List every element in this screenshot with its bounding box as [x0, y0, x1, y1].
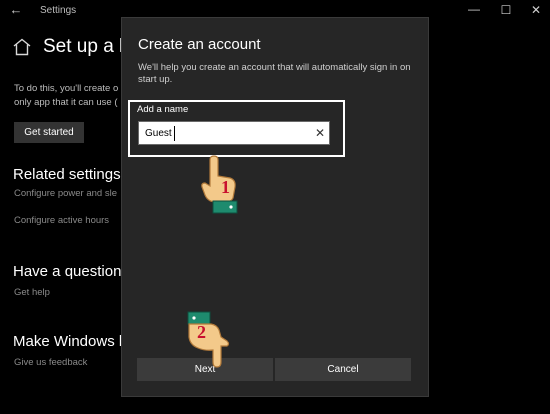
maximize-icon[interactable]: ☐ [497, 1, 515, 19]
window-title: Settings [40, 5, 77, 16]
pointing-hand-icon [201, 155, 238, 214]
step-number-1: 1 [221, 177, 230, 197]
make-windows-better-heading: Make Windows b [13, 333, 128, 350]
step-number-2: 2 [197, 322, 206, 342]
page-description-line2: only app that it can use ( [14, 97, 118, 108]
home-icon [13, 38, 31, 56]
back-arrow-icon[interactable]: ← [8, 2, 24, 18]
configure-power-link[interactable]: Configure power and sle [14, 188, 117, 199]
name-input-value: Guest [145, 128, 172, 139]
create-account-dialog: Create an account We'll help you create … [121, 17, 429, 397]
dialog-description: We'll help you create an account that wi… [138, 62, 411, 85]
cancel-button[interactable]: Cancel [275, 358, 411, 381]
page-description-line1: To do this, you'll create o [14, 83, 119, 94]
get-started-button[interactable]: Get started [14, 122, 84, 143]
add-name-label: Add a name [137, 104, 189, 115]
configure-active-hours-link[interactable]: Configure active hours [14, 215, 109, 226]
page-title: Set up a k [43, 36, 129, 57]
pointing-hand-icon [187, 311, 230, 368]
question-heading: Have a question? [13, 263, 130, 280]
clear-icon[interactable]: ✕ [311, 124, 329, 142]
text-caret [174, 126, 175, 141]
give-feedback-link[interactable]: Give us feedback [14, 357, 87, 368]
close-icon[interactable]: ✕ [527, 1, 545, 19]
get-help-link[interactable]: Get help [14, 287, 50, 298]
name-input[interactable]: Guest ✕ [138, 121, 330, 145]
related-settings-heading: Related settings [13, 166, 121, 183]
dialog-title: Create an account [138, 36, 261, 53]
minimize-icon[interactable]: — [465, 0, 483, 18]
